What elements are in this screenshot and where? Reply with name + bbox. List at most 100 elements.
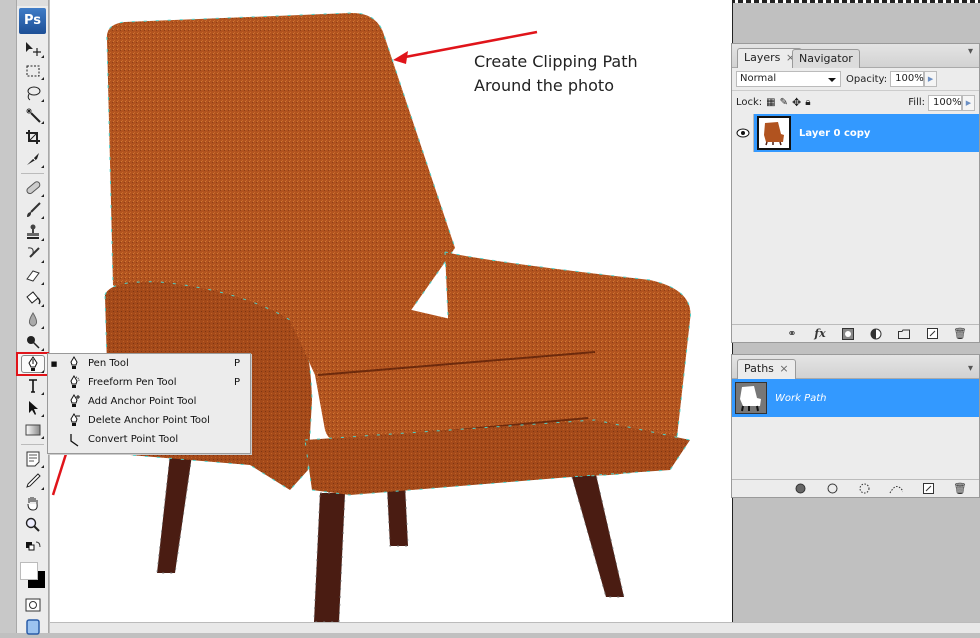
- type-tool-button[interactable]: [17, 375, 48, 397]
- move-tool-button[interactable]: [17, 38, 48, 60]
- menu-item-freeform-pen-tool[interactable]: Freeform Pen Tool P: [48, 373, 250, 392]
- hand-tool-button[interactable]: [17, 492, 48, 514]
- menu-item-add-anchor-point-tool[interactable]: Add Anchor Point Tool: [48, 392, 250, 411]
- layers-panel-tabs: Layers × Navigator ▾: [732, 44, 979, 68]
- adjustment-layer-icon[interactable]: [869, 327, 883, 341]
- new-layer-icon[interactable]: [925, 327, 939, 341]
- lock-all-icon[interactable]: 🔒︎: [805, 97, 810, 108]
- zoom-tool-button[interactable]: [17, 514, 48, 536]
- left-dock-background: [0, 0, 16, 633]
- add-mask-icon[interactable]: [841, 327, 855, 341]
- history-brush-icon: [27, 247, 40, 258]
- clone-stamp-tool-button[interactable]: [17, 221, 48, 243]
- fill-input[interactable]: 100%: [928, 94, 962, 111]
- crop-icon: [25, 130, 40, 144]
- magic-wand-icon: [25, 108, 41, 123]
- lock-image-icon[interactable]: ✎: [780, 97, 788, 108]
- history-brush-tool-button[interactable]: [17, 243, 48, 265]
- panel-menu-icon[interactable]: ▾: [968, 363, 973, 374]
- eraser-icon: [25, 270, 40, 282]
- tab-paths[interactable]: Paths ×: [737, 359, 796, 379]
- tab-label: Navigator: [799, 52, 853, 65]
- layer-style-icon[interactable]: fx: [813, 327, 827, 341]
- close-tab-icon[interactable]: ×: [779, 362, 788, 375]
- path-selection-tool-button[interactable]: [17, 397, 48, 419]
- panel-dock: Layers × Navigator ▾ Normal Opacity: 100…: [731, 43, 980, 498]
- slice-icon: [26, 153, 39, 165]
- eyedropper-tool-button[interactable]: [17, 470, 48, 492]
- opacity-slider-button[interactable]: ▶: [924, 71, 938, 87]
- swap-colors-button[interactable]: [17, 536, 48, 558]
- lock-position-icon[interactable]: ✥: [792, 96, 801, 109]
- rectangle-icon: [25, 424, 40, 436]
- paths-panel-tabs: Paths × ▾: [732, 355, 979, 379]
- horizontal-scrollbar[interactable]: [50, 622, 980, 633]
- annotation-line-2: Around the photo: [474, 76, 614, 95]
- toolbar-grip[interactable]: [17, 0, 48, 6]
- link-layers-icon[interactable]: ⚭: [785, 327, 799, 341]
- menu-item-pen-tool[interactable]: ■ Pen Tool P: [48, 354, 250, 373]
- lasso-icon: [27, 86, 40, 101]
- paint-bucket-tool-button[interactable]: [17, 287, 48, 309]
- healing-brush-tool-button[interactable]: [17, 177, 48, 199]
- menu-item-shortcut: P: [234, 377, 241, 388]
- layer-thumbnail: [757, 116, 791, 150]
- lock-fill-row: Lock: ▦ ✎ ✥ 🔒︎ Fill: 100% ▶: [732, 90, 979, 114]
- freeform-pen-icon: [70, 375, 80, 388]
- screen-mode-button[interactable]: [17, 616, 48, 638]
- blend-mode-dropdown[interactable]: Normal: [736, 71, 841, 87]
- crop-tool-button[interactable]: [17, 126, 48, 148]
- marquee-tool-button[interactable]: [17, 60, 48, 82]
- fill-path-icon[interactable]: [793, 482, 807, 496]
- layer-row[interactable]: Layer 0 copy: [732, 114, 979, 152]
- dodge-icon: [26, 336, 40, 349]
- layers-panel: Layers × Navigator ▾ Normal Opacity: 100…: [731, 43, 980, 343]
- note-icon: [26, 451, 39, 467]
- slice-tool-button[interactable]: [17, 148, 48, 170]
- blur-tool-button[interactable]: [17, 309, 48, 331]
- menu-item-delete-anchor-point-tool[interactable]: Delete Anchor Point Tool: [48, 411, 250, 430]
- marquee-icon: [26, 65, 39, 77]
- quick-mask-icon: [25, 598, 40, 612]
- hand-icon: [27, 497, 38, 511]
- document-canvas[interactable]: Create Clipping Path Around the photo: [50, 0, 733, 622]
- delete-layer-icon[interactable]: 🗑︎: [953, 327, 967, 341]
- dodge-tool-button[interactable]: [17, 331, 48, 353]
- lasso-tool-button[interactable]: [17, 82, 48, 104]
- blend-opacity-row: Normal Opacity: 100% ▶: [732, 68, 979, 90]
- move-icon: [25, 42, 41, 56]
- new-group-icon[interactable]: [897, 327, 911, 341]
- tab-navigator[interactable]: Navigator: [792, 49, 860, 68]
- pen-tool-flyout-menu: ■ Pen Tool P Freeform Pen Tool P Add Anc…: [47, 353, 251, 454]
- opacity-label: Opacity:: [846, 73, 888, 85]
- stroke-path-icon[interactable]: [825, 482, 839, 496]
- menu-item-convert-point-tool[interactable]: Convert Point Tool: [48, 430, 250, 449]
- default-colors-icon: [25, 541, 40, 551]
- path-row[interactable]: Work Path: [732, 379, 979, 417]
- panel-menu-icon[interactable]: ▾: [968, 46, 973, 57]
- menu-item-label: Delete Anchor Point Tool: [88, 415, 210, 426]
- quick-mask-button[interactable]: [17, 594, 48, 616]
- fill-slider-button[interactable]: ▶: [962, 94, 975, 111]
- delete-path-icon[interactable]: 🗑︎: [953, 482, 967, 496]
- lock-transparent-icon[interactable]: ▦: [766, 97, 775, 108]
- stamp-icon: [26, 224, 39, 239]
- pen-icon: [27, 356, 38, 371]
- convert-point-icon: [70, 434, 79, 447]
- notes-tool-button[interactable]: [17, 448, 48, 470]
- new-path-icon[interactable]: [921, 482, 935, 496]
- brush-tool-button[interactable]: [17, 199, 48, 221]
- make-work-path-icon[interactable]: [889, 482, 903, 496]
- paths-panel: Paths × ▾ Work Path 🗑︎: [731, 354, 980, 498]
- foreground-color-swatch[interactable]: [20, 562, 38, 580]
- rectangle-tool-button[interactable]: [17, 419, 48, 441]
- photoshop-logo[interactable]: Ps: [19, 8, 46, 34]
- eraser-tool-button[interactable]: [17, 265, 48, 287]
- drop-icon: [28, 312, 37, 327]
- visibility-eye-icon[interactable]: [732, 114, 754, 152]
- opacity-input[interactable]: 100%: [890, 71, 925, 87]
- load-selection-icon[interactable]: [857, 482, 871, 496]
- pen-tool-button[interactable]: [16, 352, 49, 376]
- magic-wand-tool-button[interactable]: [17, 104, 48, 126]
- path-thumbnail: [735, 382, 767, 414]
